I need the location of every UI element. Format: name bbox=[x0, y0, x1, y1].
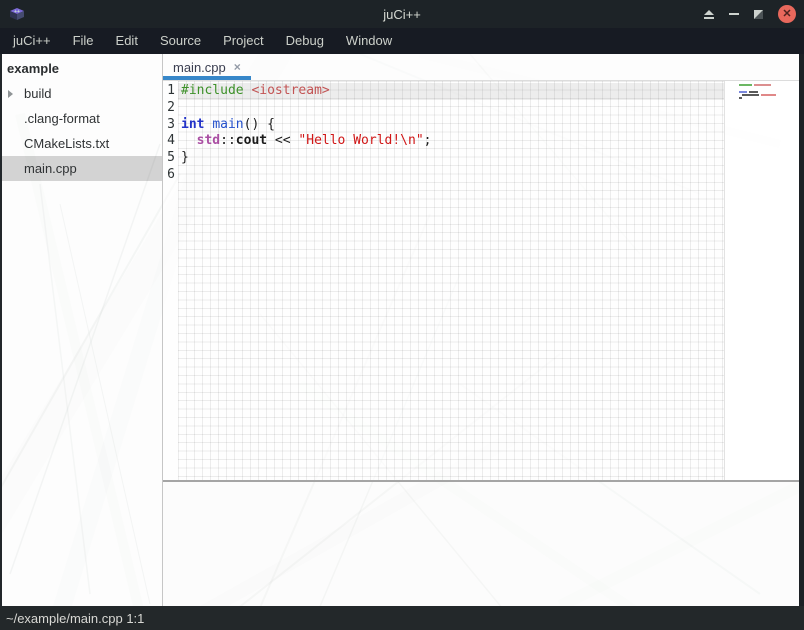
app-window: ++ juCi++ ✕ juCi++FileEditSourceProjectD… bbox=[0, 0, 804, 630]
restore-button[interactable] bbox=[754, 10, 763, 19]
minimap-row bbox=[725, 91, 804, 93]
code-line-5[interactable]: } bbox=[178, 150, 724, 167]
code-line-4[interactable]: std::cout << "Hello World!\n"; bbox=[178, 133, 724, 150]
minimap-row bbox=[725, 97, 804, 99]
tree-item-build[interactable]: build bbox=[0, 81, 162, 106]
menubar-items: juCi++FileEditSourceProjectDebugWindow bbox=[2, 28, 403, 54]
tree-item-main-cpp[interactable]: main.cpp bbox=[0, 156, 162, 181]
minimap-row bbox=[725, 84, 804, 86]
tree-item-label: main.cpp bbox=[24, 161, 77, 176]
shade-button[interactable] bbox=[704, 10, 714, 19]
tree-item-label: .clang-format bbox=[24, 111, 100, 126]
svg-text:++: ++ bbox=[14, 9, 20, 15]
window-title: juCi++ bbox=[0, 7, 804, 22]
tree-item--clang-format[interactable]: .clang-format bbox=[0, 106, 162, 131]
menubar: juCi++FileEditSourceProjectDebugWindow bbox=[0, 28, 804, 54]
menu-item-edit[interactable]: Edit bbox=[105, 28, 149, 54]
close-button[interactable]: ✕ bbox=[778, 5, 796, 23]
minimap[interactable] bbox=[724, 81, 804, 480]
juci-logo-icon: ++ bbox=[8, 5, 26, 23]
window-left-border bbox=[0, 54, 2, 606]
tree-item-cmakelists-txt[interactable]: CMakeLists.txt bbox=[0, 131, 162, 156]
terminal-pane[interactable] bbox=[163, 482, 804, 606]
window-controls: ✕ bbox=[704, 0, 796, 28]
content-area: example build .clang-format CMakeLists.txt… bbox=[0, 54, 804, 606]
tree-item-label: CMakeLists.txt bbox=[24, 136, 109, 151]
tabbar: main.cpp × bbox=[163, 54, 804, 81]
tree-item-label: build bbox=[24, 86, 51, 101]
restore-icon bbox=[754, 10, 763, 19]
menu-item-juci-[interactable]: juCi++ bbox=[2, 28, 62, 54]
line-number: 3 bbox=[163, 117, 178, 134]
window-right-border bbox=[799, 54, 804, 606]
editor-column: main.cpp × 123456 #include <iostream>int… bbox=[163, 54, 804, 606]
menu-item-project[interactable]: Project bbox=[212, 28, 274, 54]
menu-item-debug[interactable]: Debug bbox=[275, 28, 335, 54]
menu-item-source[interactable]: Source bbox=[149, 28, 212, 54]
line-number: 6 bbox=[163, 167, 178, 184]
statusbar: ~/example/main.cpp 1:1 bbox=[0, 606, 804, 630]
line-number: 1 bbox=[163, 83, 178, 100]
code-line-6[interactable] bbox=[178, 167, 724, 184]
line-number: 2 bbox=[163, 100, 178, 117]
source-editor: 123456 #include <iostream>int main() { s… bbox=[163, 81, 804, 480]
minimap-row bbox=[725, 101, 804, 103]
menu-item-file[interactable]: File bbox=[62, 28, 105, 54]
code-line-3[interactable]: int main() { bbox=[178, 117, 724, 134]
menu-item-window[interactable]: Window bbox=[335, 28, 403, 54]
line-number: 5 bbox=[163, 150, 178, 167]
status-file-position: ~/example/main.cpp 1:1 bbox=[6, 611, 144, 626]
active-tab-indicator bbox=[163, 76, 251, 80]
minimap-row bbox=[725, 87, 804, 89]
tab-close-icon[interactable]: × bbox=[234, 60, 241, 74]
gutter: 123456 bbox=[163, 81, 178, 480]
close-icon: ✕ bbox=[782, 5, 791, 23]
minimap-row bbox=[725, 94, 804, 96]
project-root-label[interactable]: example bbox=[0, 54, 162, 81]
code-line-2[interactable] bbox=[178, 100, 724, 117]
code-area[interactable]: #include <iostream>int main() { std::cou… bbox=[178, 81, 724, 480]
tab-label: main.cpp bbox=[173, 60, 226, 75]
minimize-icon bbox=[729, 13, 739, 15]
minimize-button[interactable] bbox=[729, 13, 739, 15]
code-line-1[interactable]: #include <iostream> bbox=[178, 83, 724, 100]
file-tree: build .clang-format CMakeLists.txt main.cpp bbox=[0, 81, 162, 181]
file-tree-sidebar: example build .clang-format CMakeLists.txt… bbox=[0, 54, 163, 606]
eject-icon bbox=[704, 10, 714, 19]
tab-main-cpp[interactable]: main.cpp × bbox=[163, 54, 251, 80]
line-number: 4 bbox=[163, 133, 178, 150]
expander-icon[interactable] bbox=[8, 90, 24, 98]
titlebar: ++ juCi++ ✕ bbox=[0, 0, 804, 28]
